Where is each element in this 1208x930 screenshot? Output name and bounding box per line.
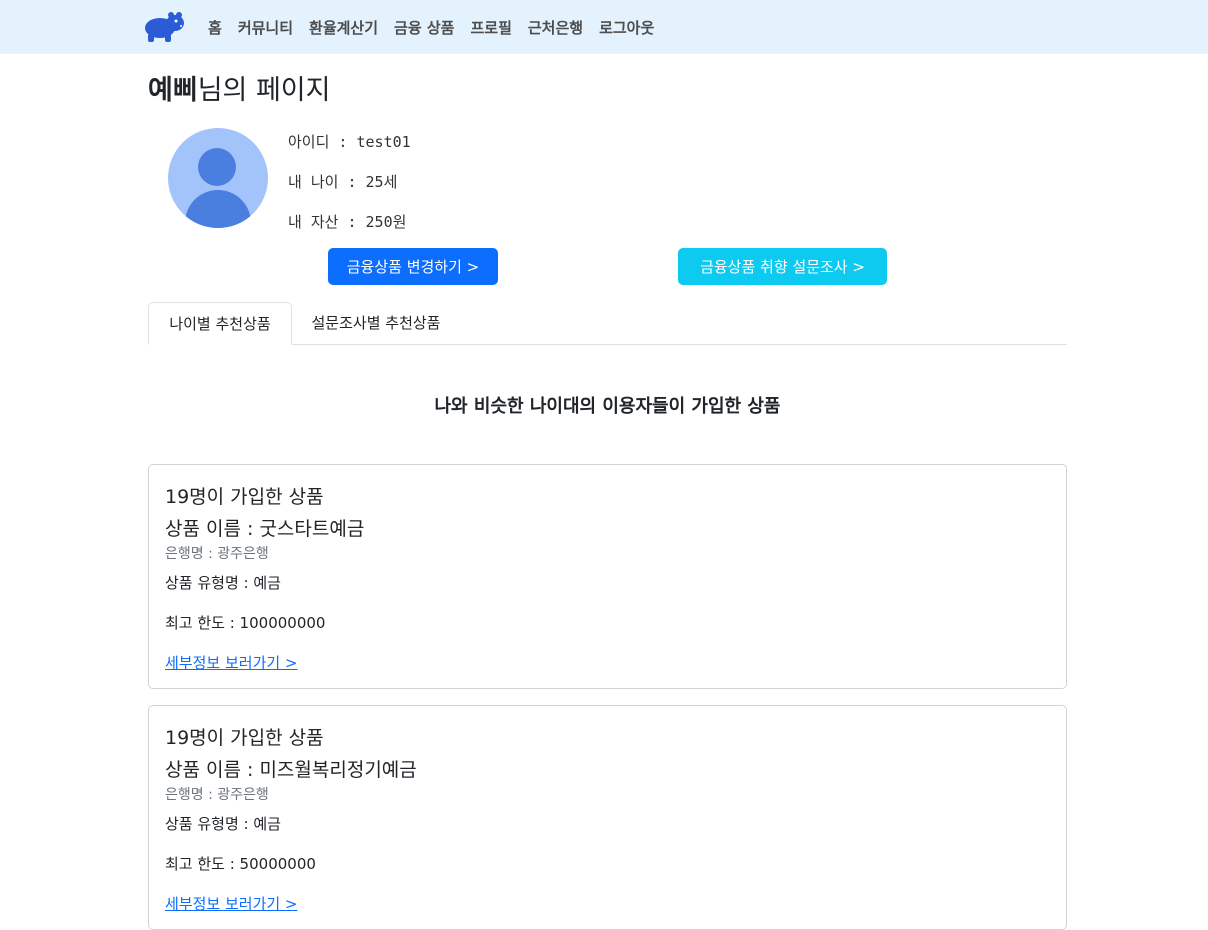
product-detail-link[interactable]: 세부정보 보러가기 > <box>165 893 298 914</box>
nav-link-home[interactable]: 홈 <box>200 17 230 38</box>
nav-link-logout[interactable]: 로그아웃 <box>591 17 662 38</box>
product-bank: 은행명 : 광주은행 <box>165 787 269 803</box>
username: 예삐 <box>148 75 198 106</box>
product-limit: 최고 한도 : 50000000 <box>165 855 316 873</box>
nav-link-exchange-calculator[interactable]: 환율계산기 <box>301 17 386 38</box>
tab-age-recommendation[interactable]: 나이별 추천상품 <box>148 302 292 345</box>
user-avatar-icon <box>168 128 268 228</box>
product-type: 상품 유형명 : 예금 <box>165 574 281 592</box>
product-name: 상품 이름 : 굿스타트예금 <box>165 518 365 540</box>
product-type: 상품 유형명 : 예금 <box>165 815 281 833</box>
avatar-head <box>198 148 236 186</box>
product-detail-link[interactable]: 세부정보 보러가기 > <box>165 652 298 673</box>
page-title: 예삐님의 페이지 <box>148 68 330 107</box>
change-product-button[interactable]: 금융상품 변경하기 > <box>328 248 498 285</box>
product-name: 상품 이름 : 미즈월복리정기예금 <box>165 759 417 781</box>
product-limit: 최고 한도 : 100000000 <box>165 614 326 632</box>
navbar: 홈 커뮤니티 환율계산기 금융 상품 프로필 근처은행 로그아웃 <box>0 0 1208 54</box>
section-heading: 나와 비슷한 나이대의 이용자들이 가입한 상품 <box>434 396 781 417</box>
user-id: 아이디 : test01 <box>288 133 411 151</box>
nav-link-nearby-bank[interactable]: 근처은행 <box>520 17 591 38</box>
survey-button[interactable]: 금융상품 취향 설문조사 > <box>678 248 887 285</box>
user-age: 내 나이 : 25세 <box>288 173 398 191</box>
hippo-logo-icon[interactable] <box>143 10 185 42</box>
recommendation-tabs: 나이별 추천상품 설문조사별 추천상품 <box>148 302 1067 345</box>
page-title-suffix: 님의 페이지 <box>197 75 331 106</box>
user-assets: 내 자산 : 250원 <box>288 213 407 231</box>
product-joined-count: 19명이 가입한 상품 <box>165 486 324 508</box>
nav-link-profile[interactable]: 프로필 <box>462 17 519 38</box>
nav-link-community[interactable]: 커뮤니티 <box>230 17 301 38</box>
product-card: 19명이 가입한 상품 상품 이름 : 미즈월복리정기예금 은행명 : 광주은행… <box>148 705 1067 930</box>
product-card: 19명이 가입한 상품 상품 이름 : 굿스타트예금 은행명 : 광주은행 상품… <box>148 464 1067 689</box>
nav-link-financial-products[interactable]: 금융 상품 <box>386 17 462 38</box>
product-bank: 은행명 : 광주은행 <box>165 546 269 562</box>
avatar-body <box>185 190 251 228</box>
nav-links: 홈 커뮤니티 환율계산기 금융 상품 프로필 근처은행 로그아웃 <box>200 0 662 54</box>
product-joined-count: 19명이 가입한 상품 <box>165 727 324 749</box>
tab-survey-recommendation[interactable]: 설문조사별 추천상품 <box>296 302 456 343</box>
